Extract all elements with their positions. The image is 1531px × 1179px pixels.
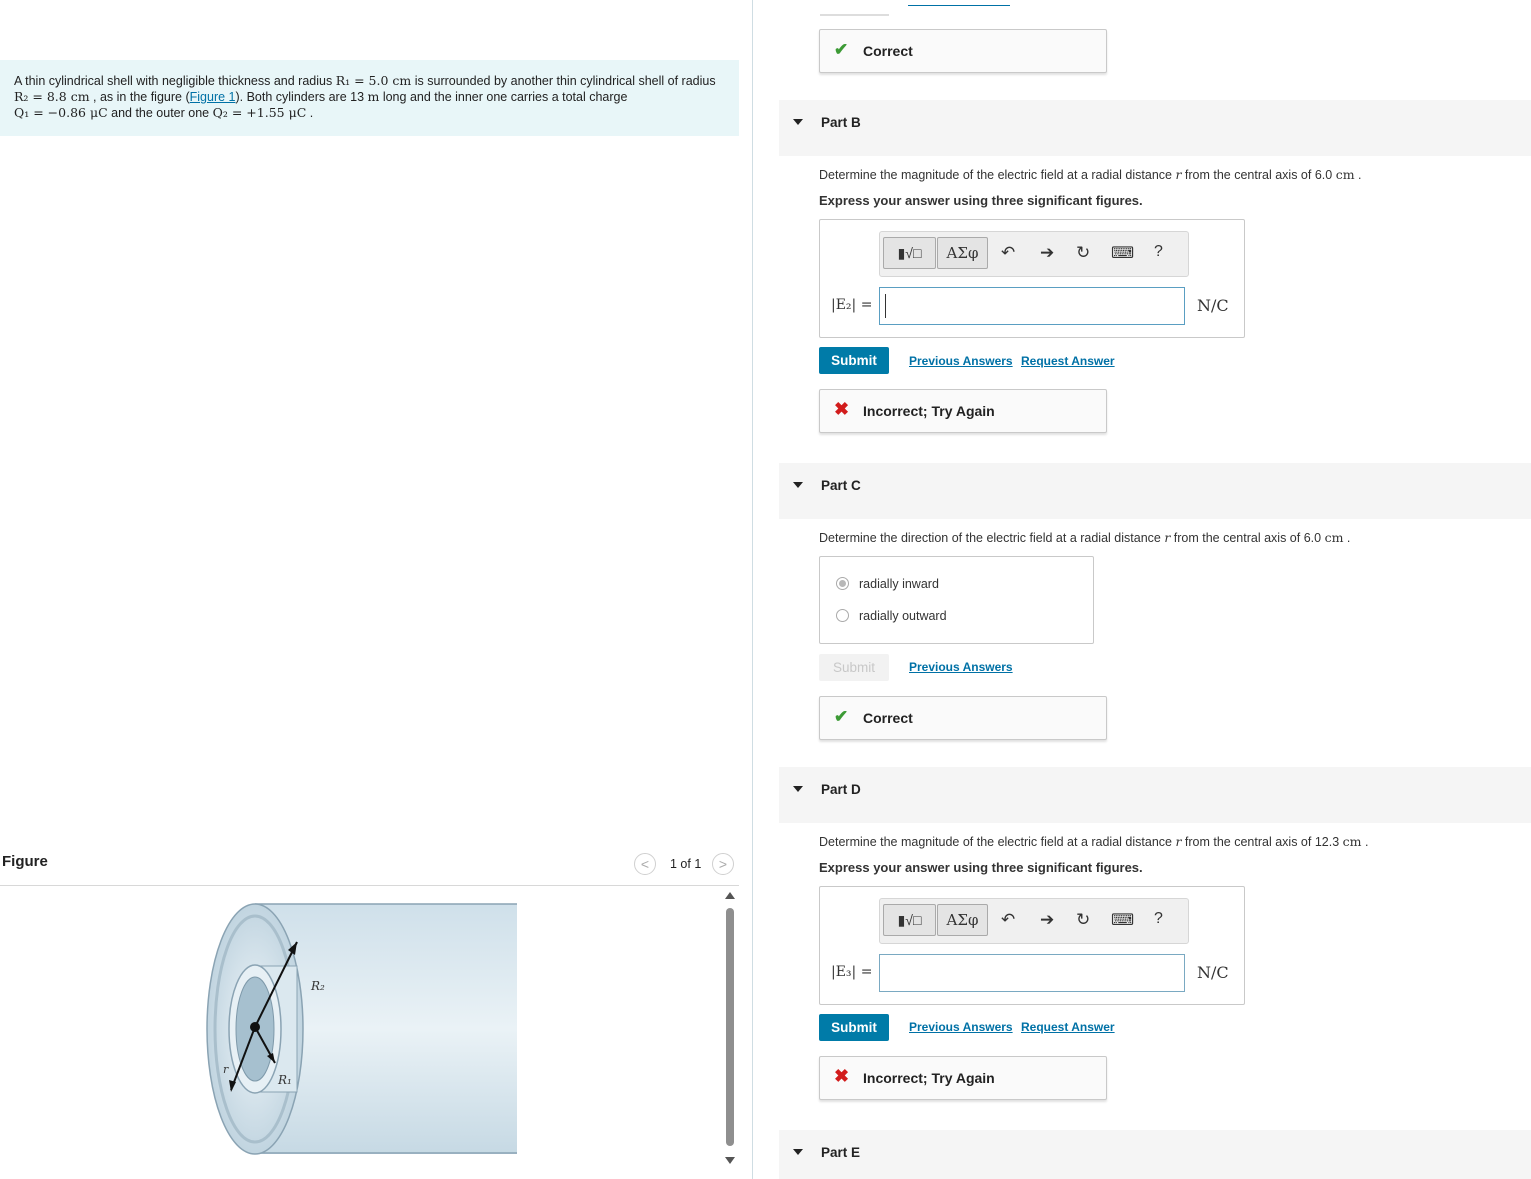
- panel-divider: [752, 0, 753, 1179]
- part-title: Part D: [821, 782, 861, 797]
- redo-icon[interactable]: ➔: [1040, 910, 1054, 930]
- part-c-feedback: ✔ Correct: [819, 696, 1107, 740]
- part-d-prompt: Determine the magnitude of the electric …: [819, 834, 1369, 849]
- caret-down-icon: [793, 1149, 803, 1155]
- math-toolbar: ▮√□ ΑΣφ ↶ ➔ ↻ ⌨ ?: [879, 231, 1189, 277]
- label-r: r: [223, 1063, 229, 1076]
- caret-down-icon: [793, 786, 803, 792]
- keyboard-icon[interactable]: ⌨: [1111, 910, 1134, 930]
- part-d-answer-box: ▮√□ ΑΣφ ↶ ➔ ↻ ⌨ ? |E₃| = N/C: [819, 886, 1245, 1005]
- help-icon[interactable]: ?: [1154, 243, 1163, 261]
- submit-button[interactable]: Submit: [819, 654, 889, 681]
- undo-icon[interactable]: ↶: [1001, 910, 1015, 930]
- chevron-right-icon: >: [718, 856, 728, 872]
- previous-answers-link[interactable]: Previous Answers: [909, 1020, 1013, 1034]
- feedback-text: Incorrect; Try Again: [863, 1070, 995, 1086]
- q2-value: Q₂ = +1.55 μC: [212, 105, 307, 120]
- part-b-answer-box: ▮√□ ΑΣφ ↶ ➔ ↻ ⌨ ? |E₂| = N/C: [819, 219, 1245, 338]
- request-answer-link[interactable]: Request Answer: [1021, 354, 1115, 368]
- submit-button[interactable]: Submit: [819, 1014, 889, 1041]
- radio-radially-inward[interactable]: [836, 577, 849, 590]
- part-b-header[interactable]: Part B: [779, 100, 1531, 156]
- figure-link[interactable]: Figure 1: [190, 90, 236, 104]
- answer-unit: N/C: [1197, 963, 1229, 982]
- figure-prev-button[interactable]: <: [634, 853, 656, 875]
- part-d-header[interactable]: Part D: [779, 767, 1531, 823]
- r1-value: R₁ = 5.0 cm: [335, 73, 412, 88]
- x-icon: ✖: [834, 1066, 850, 1086]
- figure-divider: [0, 885, 739, 886]
- answer-lhs: |E₂| =: [831, 297, 873, 313]
- reset-icon[interactable]: ↻: [1076, 243, 1090, 263]
- part-b-instruction: Express your answer using three signific…: [819, 193, 1143, 208]
- figure-count: 1 of 1: [670, 857, 702, 871]
- figure-scrollbar-thumb[interactable]: [726, 908, 734, 1146]
- check-icon: ✔: [834, 40, 849, 59]
- submit-button[interactable]: Submit: [819, 347, 889, 374]
- figure-next-button[interactable]: >: [712, 853, 734, 875]
- part-title: Part C: [821, 478, 861, 493]
- part-d-feedback: ✖ Incorrect; Try Again: [819, 1056, 1107, 1100]
- scroll-up-arrow-icon[interactable]: [725, 892, 735, 899]
- feedback-text: Incorrect; Try Again: [863, 403, 995, 419]
- feedback-text: Correct: [863, 43, 913, 59]
- part-b-feedback: ✖ Incorrect; Try Again: [819, 389, 1107, 433]
- part-c-choices: radially inward radially outward: [819, 556, 1094, 644]
- figure-pager: < 1 of 1 >: [634, 853, 738, 877]
- feedback-text: Correct: [863, 710, 913, 726]
- choice-label[interactable]: radially inward: [859, 577, 939, 591]
- answer-input[interactable]: [879, 287, 1185, 325]
- problem-text: A thin cylindrical shell with negligible…: [14, 73, 716, 120]
- check-icon: ✔: [834, 707, 849, 726]
- help-icon[interactable]: ?: [1154, 910, 1163, 928]
- part-a-submit-stub: [820, 0, 889, 16]
- part-title: Part E: [821, 1145, 861, 1160]
- part-d-instruction: Express your answer using three signific…: [819, 860, 1143, 875]
- label-r1: R₁: [277, 1073, 292, 1087]
- redo-icon[interactable]: ➔: [1040, 243, 1054, 263]
- undo-icon[interactable]: ↶: [1001, 243, 1015, 263]
- part-c-header[interactable]: Part C: [779, 463, 1531, 519]
- part-c-prompt: Determine the direction of the electric …: [819, 530, 1351, 545]
- q1-value: Q₁ = −0.86 μC: [14, 105, 108, 120]
- label-r2: R₂: [310, 979, 325, 993]
- answer-lhs: |E₃| =: [831, 964, 873, 980]
- templates-button[interactable]: ▮√□: [883, 237, 936, 269]
- scroll-down-arrow-icon[interactable]: [725, 1157, 735, 1164]
- answer-unit: N/C: [1197, 296, 1229, 315]
- reset-icon[interactable]: ↻: [1076, 910, 1090, 930]
- request-answer-link[interactable]: Request Answer: [1021, 1020, 1115, 1034]
- previous-answers-link[interactable]: Previous Answers: [909, 660, 1013, 674]
- problem-statement: A thin cylindrical shell with negligible…: [0, 60, 739, 136]
- caret-down-icon: [793, 119, 803, 125]
- caret-down-icon: [793, 482, 803, 488]
- radio-radially-outward[interactable]: [836, 609, 849, 622]
- math-toolbar: ▮√□ ΑΣφ ↶ ➔ ↻ ⌨ ?: [879, 898, 1189, 944]
- greek-symbols-button[interactable]: ΑΣφ: [937, 904, 988, 936]
- figure-title: Figure: [2, 853, 48, 870]
- choice-label[interactable]: radially outward: [859, 609, 947, 623]
- part-title: Part B: [821, 115, 861, 130]
- greek-symbols-button[interactable]: ΑΣφ: [937, 237, 988, 269]
- part-e-header[interactable]: Part E: [779, 1130, 1531, 1179]
- length-unit: m: [367, 89, 380, 104]
- r2-value: R₂ = 8.8 cm: [14, 89, 90, 104]
- text-caret: [885, 294, 886, 318]
- cylindrical-shells-figure: R₂ R₁ r: [206, 903, 517, 1155]
- part-b-prompt: Determine the magnitude of the electric …: [819, 167, 1362, 182]
- chevron-left-icon: <: [640, 856, 650, 872]
- keyboard-icon[interactable]: ⌨: [1111, 243, 1134, 263]
- x-icon: ✖: [834, 399, 850, 419]
- templates-button[interactable]: ▮√□: [883, 904, 936, 936]
- previous-answers-link[interactable]: Previous Answers: [909, 354, 1013, 368]
- answer-input[interactable]: [879, 954, 1185, 992]
- part-a-link-stub: [908, 5, 1010, 6]
- part-a-feedback: ✔ Correct: [819, 29, 1107, 73]
